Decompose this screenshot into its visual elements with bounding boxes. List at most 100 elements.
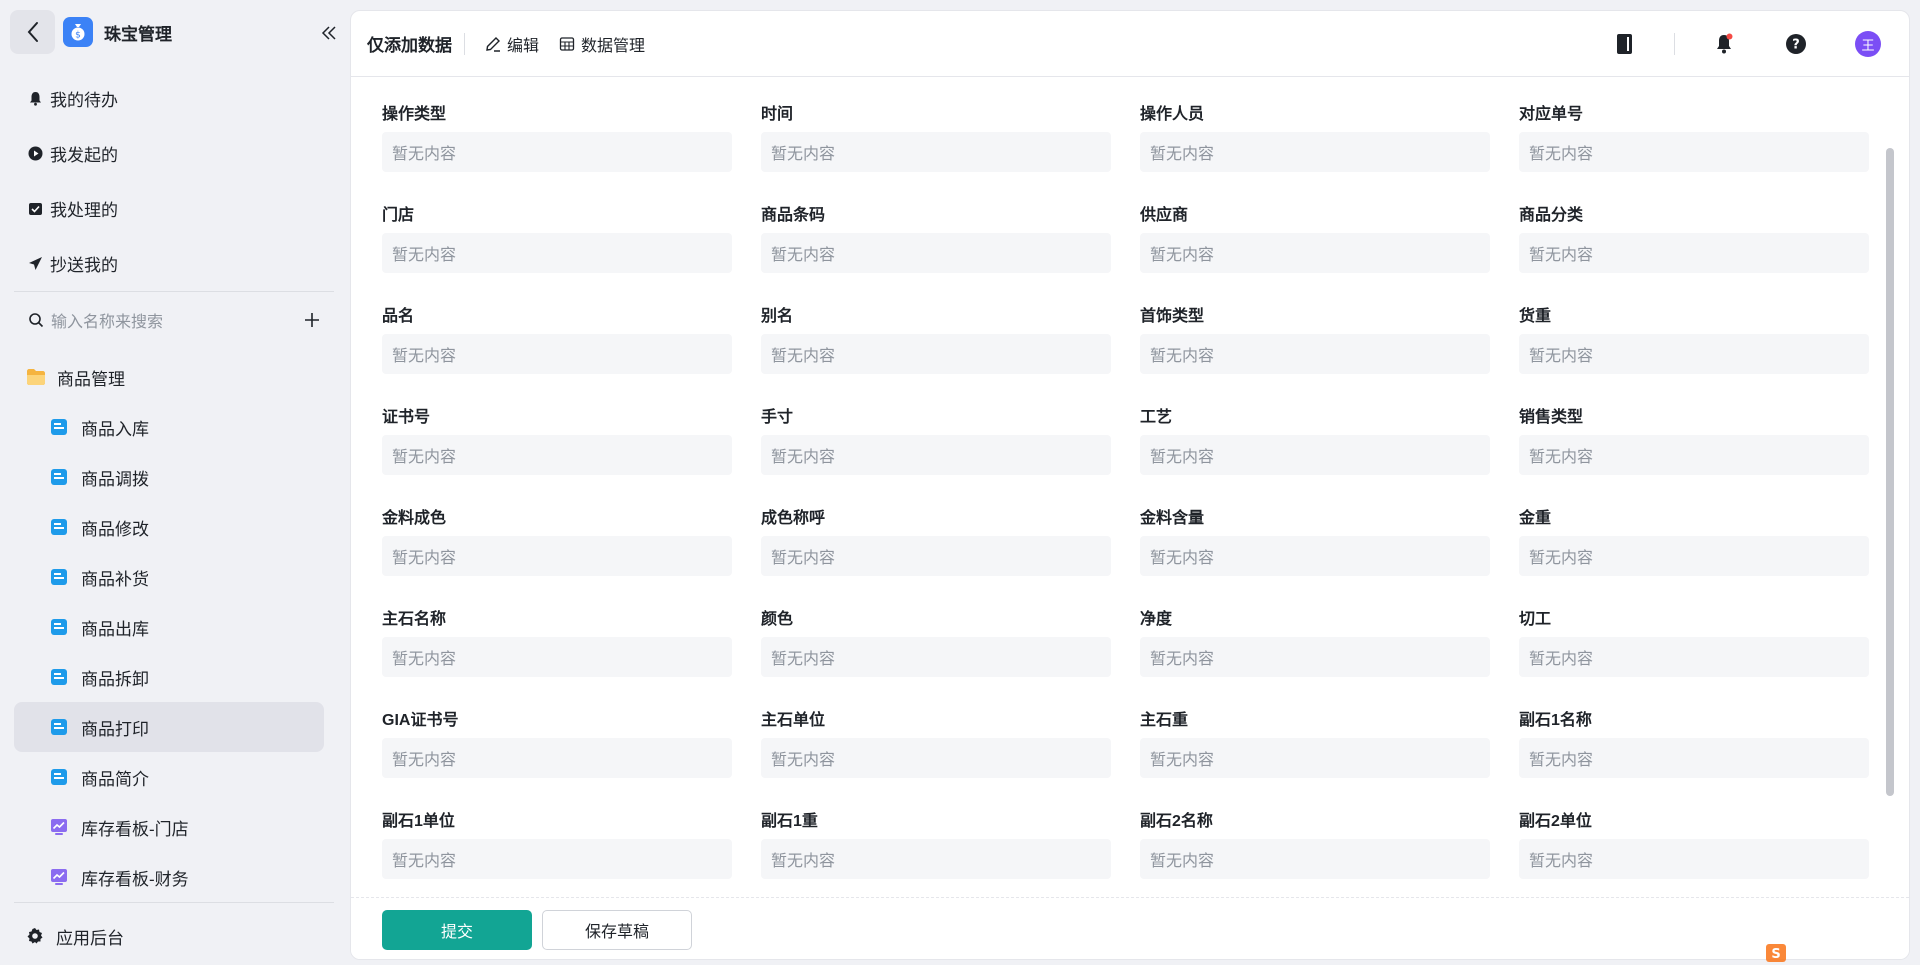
svg-text:$: $ [75,31,81,41]
avatar[interactable]: 王 [1855,31,1881,57]
field-input[interactable]: 暂无内容 [1519,536,1869,576]
collapse-sidebar-button[interactable] [318,22,340,44]
field-label: 副石2名称 [1140,813,1213,830]
sidebar-item-label: 库存看板-财务 [81,869,189,889]
field-input[interactable]: 暂无内容 [1519,334,1869,374]
add-button[interactable] [302,310,322,330]
sidebar-item-stock-in[interactable]: 商品入库 [14,402,324,452]
form-field: 副石2单位暂无内容 [1519,811,1869,898]
sidebar-item-dashboard-finance[interactable]: 库存看板-财务 [14,852,324,902]
sidebar-item-transfer[interactable]: 商品调拨 [14,452,324,502]
field-input[interactable]: 暂无内容 [1140,536,1490,576]
form-field: 对应单号 暂无内容 [1519,104,1869,205]
scrollbar[interactable] [1886,148,1894,796]
form-field: 手寸 暂无内容 [761,407,1111,508]
nav-item-label: 我发起的 [50,146,118,165]
field-input[interactable]: 暂无内容 [382,536,732,576]
field-input[interactable]: 暂无内容 [1519,435,1869,475]
search-input[interactable]: 输入名称来搜索 [51,308,163,332]
field-label: 商品条码 [761,207,826,224]
field-label: 品名 [382,308,415,325]
notebook-icon[interactable] [1612,31,1638,57]
edit-label: 编辑 [507,37,540,55]
nav-item-label: 我的待办 [50,91,118,110]
sidebar-item-dashboard-store[interactable]: 库存看板-门店 [14,802,324,852]
sidebar-item-label: 商品入库 [81,419,149,439]
field-input[interactable]: 暂无内容 [382,233,732,273]
save-draft-button[interactable]: 保存草稿 [542,910,692,950]
nav-item-cc[interactable]: 抄送我的 [14,236,334,291]
field-input[interactable]: 暂无内容 [1140,839,1490,879]
field-input[interactable]: 暂无内容 [1519,738,1869,778]
sidebar-item-intro[interactable]: 商品简介 [14,752,324,802]
svg-text:S: S [1771,947,1780,962]
field-label: 净度 [1140,611,1173,628]
form-field: 商品分类 暂无内容 [1519,205,1869,306]
pencil-icon [485,36,501,52]
help-icon[interactable]: ? [1783,31,1809,57]
field-label: 副石1单位 [382,813,455,830]
form-field: 工艺 暂无内容 [1140,407,1490,508]
form-field: 首饰类型 暂无内容 [1140,306,1490,407]
field-input[interactable]: 暂无内容 [382,435,732,475]
sidebar-item-restock[interactable]: 商品补货 [14,552,324,602]
send-icon [27,256,43,272]
field-input[interactable]: 暂无内容 [1519,132,1869,172]
field-input[interactable]: 暂无内容 [382,132,732,172]
form-field: 净度 暂无内容 [1140,609,1490,710]
field-input[interactable]: 暂无内容 [1140,233,1490,273]
nav-item-processed[interactable]: 我处理的 [14,181,334,236]
field-input[interactable]: 暂无内容 [1140,435,1490,475]
sidebar-item-modify[interactable]: 商品修改 [14,502,324,552]
checkbox-icon [27,201,43,217]
sidebar-item-label: 商品打印 [81,719,149,739]
form-icon [51,769,67,785]
field-input[interactable]: 暂无内容 [761,334,1111,374]
field-input[interactable]: 暂无内容 [761,637,1111,677]
form-actions-bar: 提交 保存草稿 [351,897,1909,959]
form-icon [51,619,67,635]
sidebar-search[interactable]: 输入名称来搜索 [14,302,334,338]
main-panel: 仅添加数据 编辑 数据管理 ? 王 操作类型 暂无内容 时间 暂无内容 操作人员 暂无内容… [350,10,1910,960]
field-input[interactable]: 暂无内容 [382,738,732,778]
field-label: GIA证书号 [382,712,459,729]
form-icon [51,419,67,435]
notification-bell-icon[interactable] [1711,31,1737,57]
back-button[interactable] [10,10,55,54]
field-input[interactable]: 暂无内容 [1140,132,1490,172]
field-input[interactable]: 暂无内容 [382,637,732,677]
sidebar-item-label: 商品补货 [81,569,149,589]
app-backend-link[interactable]: 应用后台 [14,916,334,956]
field-input[interactable]: 暂无内容 [1140,334,1490,374]
nav-item-my-todo[interactable]: 我的待办 [14,71,334,126]
play-circle-icon [27,146,43,162]
field-input[interactable]: 暂无内容 [761,435,1111,475]
sidebar-item-print[interactable]: 商品打印 [14,702,324,752]
field-input[interactable]: 暂无内容 [761,132,1111,172]
field-input[interactable]: 暂无内容 [1519,233,1869,273]
field-input[interactable]: 暂无内容 [382,839,732,879]
submit-button[interactable]: 提交 [382,910,532,950]
field-input[interactable]: 暂无内容 [761,839,1111,879]
field-label: 副石2单位 [1519,813,1592,830]
nav-item-initiated[interactable]: 我发起的 [14,126,334,181]
field-input[interactable]: 暂无内容 [761,536,1111,576]
edit-button[interactable]: 编辑 [485,32,539,56]
field-input[interactable]: 暂无内容 [382,334,732,374]
field-input[interactable]: 暂无内容 [1519,839,1869,879]
double-chevron-left-icon [321,26,336,40]
field-label: 颜色 [761,611,794,628]
field-input[interactable]: 暂无内容 [761,738,1111,778]
field-label: 首饰类型 [1140,308,1205,325]
field-input[interactable]: 暂无内容 [1519,637,1869,677]
folder-goods-management[interactable]: 商品管理 [14,357,334,397]
field-input[interactable]: 暂无内容 [1140,637,1490,677]
sidebar-item-disassemble[interactable]: 商品拆卸 [14,652,324,702]
field-input[interactable]: 暂无内容 [761,233,1111,273]
field-input[interactable]: 暂无内容 [1140,738,1490,778]
data-manage-button[interactable]: 数据管理 [559,32,645,56]
sidebar-item-stock-out[interactable]: 商品出库 [14,602,324,652]
field-label: 销售类型 [1519,409,1584,426]
form-field: 主石单位 暂无内容 [761,710,1111,811]
sidebar-header: $ 珠宝管理 [10,10,340,54]
